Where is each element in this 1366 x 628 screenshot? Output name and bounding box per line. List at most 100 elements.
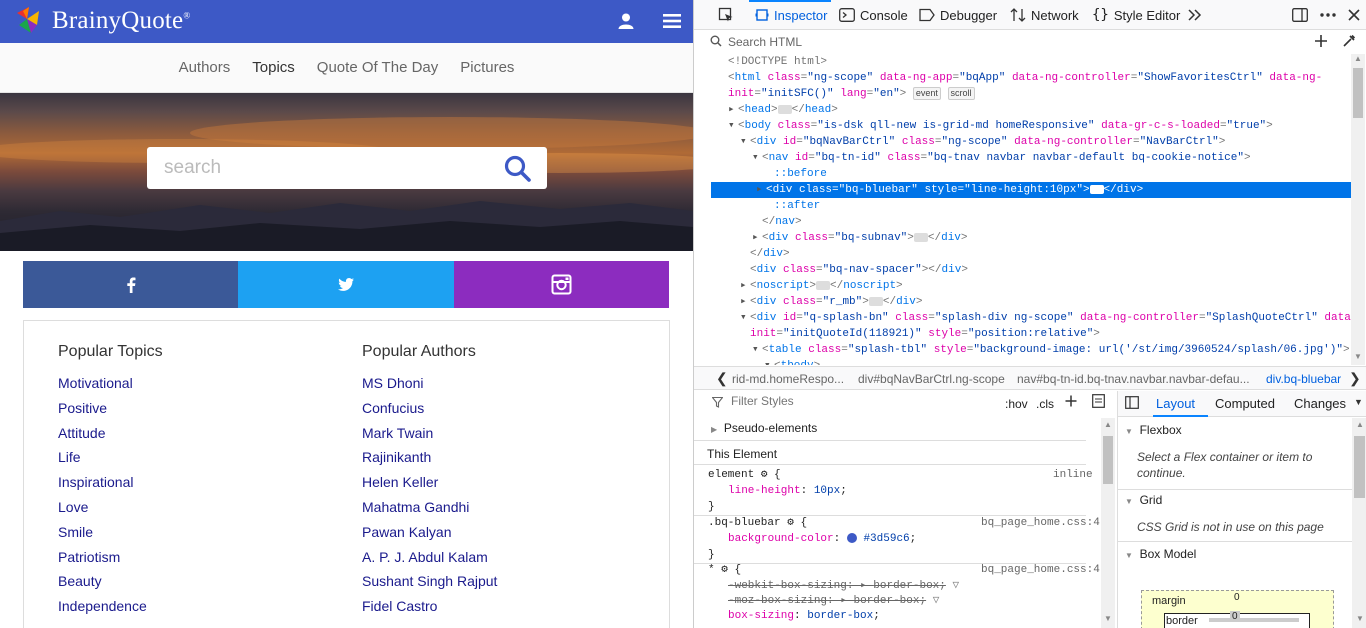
author-link[interactable]: A. P. J. Abdul Kalam	[362, 545, 497, 570]
tab-changes[interactable]: Changes	[1294, 396, 1346, 411]
user-icon[interactable]	[617, 12, 635, 35]
breadcrumb-right-arrow-icon[interactable]: ❯	[1349, 370, 1361, 387]
tab-network[interactable]: Network	[1010, 0, 1079, 30]
topic-link[interactable]: Attitude	[58, 421, 163, 446]
tree-line-rmb[interactable]: ▸ <div class="r_mb"> </div>	[740, 294, 923, 310]
box-model-section[interactable]: ▼ Box Model	[1125, 547, 1360, 561]
hov-toggle[interactable]: :hov	[1005, 397, 1028, 411]
topic-link[interactable]: Inspirational	[58, 470, 163, 495]
box-model-margin[interactable]: margin 0 border 0	[1141, 590, 1334, 628]
topic-link[interactable]: Positive	[58, 396, 163, 421]
sidebar-scrollbar[interactable]: ▲ ▼	[1352, 418, 1366, 628]
element-picker-icon[interactable]	[718, 0, 734, 30]
author-link[interactable]: Sushant Singh Rajput	[362, 569, 497, 594]
topic-link[interactable]: Patriotism	[58, 545, 163, 570]
author-link[interactable]: Rajinikanth	[362, 445, 497, 470]
markup-scrollbar[interactable]: ▲ ▼	[1351, 54, 1365, 365]
rule-background-color[interactable]: background-color: #3d59c6;	[728, 531, 916, 547]
tree-line-after[interactable]: ::after	[774, 198, 820, 214]
scroll-up-icon[interactable]: ▲	[1354, 54, 1362, 63]
scroll-down-icon[interactable]: ▼	[1354, 352, 1362, 361]
author-link[interactable]: Mahatma Gandhi	[362, 495, 497, 520]
tree-line-nav[interactable]: ▾ <nav id="bq-tn-id" class="bq-tnav navba…	[752, 150, 1251, 166]
toggle-sidebar-icon[interactable]	[1125, 396, 1139, 412]
sidebar-dropdown-icon[interactable]: ▼	[1354, 397, 1363, 407]
scroll-thumb[interactable]	[1353, 68, 1363, 118]
tree-line-navbarctrl[interactable]: ▾ <div id="bqNavBarCtrl" class="ng-scope"…	[740, 134, 1225, 150]
tree-line-nav-spacer[interactable]: <div class="bq-nav-spacer"></div>	[750, 262, 968, 278]
brainyquote-logo[interactable]: BrainyQuote®	[13, 3, 190, 39]
topic-link[interactable]: Smile	[58, 520, 163, 545]
tab-console[interactable]: Console	[839, 0, 908, 30]
tree-line-body[interactable]: ▾ <body class="is-dsk qll-new is-grid-md …	[728, 118, 1273, 134]
rules-scroll-thumb[interactable]	[1103, 436, 1113, 484]
topic-link[interactable]: Love	[58, 495, 163, 520]
author-link[interactable]: Pawan Kalyan	[362, 520, 497, 545]
author-link[interactable]: Confucius	[362, 396, 497, 421]
author-link[interactable]: Helen Keller	[362, 470, 497, 495]
print-simulation-icon[interactable]	[1092, 394, 1105, 411]
hamburger-menu-icon[interactable]	[663, 13, 681, 34]
rule-universal-selector[interactable]: * ⚙ {	[708, 562, 741, 578]
cls-toggle[interactable]: .cls	[1036, 397, 1054, 411]
flexbox-section[interactable]: ▼ Flexbox	[1125, 423, 1360, 437]
tree-line-html[interactable]: <html class="ng-scope" data-ng-app="bqAp…	[728, 70, 1322, 86]
tree-line-before[interactable]: ::before	[774, 166, 827, 182]
subnav-topics[interactable]: Topics	[252, 59, 295, 76]
breadcrumb-item[interactable]: nav#bq-tn-id.bq-tnav.navbar.navbar-defau…	[1017, 372, 1250, 386]
add-node-icon[interactable]	[1314, 34, 1328, 51]
filter-styles-input[interactable]	[731, 394, 981, 408]
author-link[interactable]: Fidel Castro	[362, 594, 497, 619]
rule-line-height[interactable]: line-height: 10px;	[728, 483, 847, 499]
rule-element-source[interactable]: inline	[1053, 467, 1093, 483]
search-input[interactable]	[147, 147, 497, 189]
filter-warning-icon[interactable]: ▽	[933, 595, 940, 607]
tree-line-bluebar-selected[interactable]: ▸ <div class="bq-bluebar" style="line-hei…	[711, 182, 1351, 198]
breadcrumb-left-arrow-icon[interactable]: ❮	[716, 370, 728, 387]
tab-inspector[interactable]: Inspector	[748, 0, 832, 30]
author-link[interactable]: MS Dhoni	[362, 371, 497, 396]
subnav-pictures[interactable]: Pictures	[460, 59, 514, 76]
tree-line-subnav[interactable]: ▸ <div class="bq-subnav"> </div>	[752, 230, 968, 246]
rules-scrollbar[interactable]: ▲ ▼	[1101, 418, 1115, 628]
tab-layout[interactable]: Layout	[1156, 396, 1195, 411]
subnav-quote-of-the-day[interactable]: Quote Of The Day	[317, 59, 438, 76]
rule-universal-source[interactable]: bq_page_home.css:4	[981, 562, 1100, 578]
tree-line-noscript[interactable]: ▸ <noscript> </noscript>	[740, 278, 903, 294]
rule-moz-box-sizing[interactable]: -moz-box-sizing: ▸ border-box; ▽	[728, 593, 939, 609]
box-model-border[interactable]: border 0	[1164, 611, 1310, 628]
eyedropper-icon[interactable]	[1342, 34, 1356, 51]
filter-warning-icon[interactable]: ▽	[953, 580, 960, 592]
tab-style-editor[interactable]: {} Style Editor	[1092, 0, 1180, 30]
rule-webkit-box-sizing[interactable]: -webkit-box-sizing: ▸ border-box; ▽	[728, 578, 959, 594]
breadcrumb-item-active[interactable]: div.bq-bluebar	[1266, 372, 1341, 386]
topic-link[interactable]: Independence	[58, 594, 163, 619]
search-icon[interactable]	[503, 154, 533, 184]
grid-section[interactable]: ▼ Grid	[1125, 493, 1360, 507]
close-icon[interactable]	[1348, 0, 1360, 30]
rule-element-selector[interactable]: element ⚙ {	[708, 467, 781, 483]
tab-computed[interactable]: Computed	[1215, 396, 1275, 411]
rule-bluebar-source[interactable]: bq_page_home.css:4	[981, 515, 1100, 531]
tree-line-splash[interactable]: ▾ <div id="q-splash-bn" class="splash-div…	[740, 310, 1351, 326]
topic-link[interactable]: Life	[58, 445, 163, 470]
rule-bluebar-selector[interactable]: .bq-bluebar ⚙ {	[708, 515, 807, 531]
facebook-button[interactable]	[23, 261, 239, 308]
tab-debugger[interactable]: Debugger	[919, 0, 997, 30]
dock-side-icon[interactable]	[1292, 0, 1308, 30]
sidebar-scroll-thumb[interactable]	[1354, 436, 1365, 498]
topic-link[interactable]: Beauty	[58, 569, 163, 594]
breadcrumb-item[interactable]: rid-md.homeRespo...	[732, 372, 844, 386]
search-html-input[interactable]	[728, 35, 1288, 49]
tree-line-table[interactable]: ▾ <table class="splash-tbl" style="backgr…	[740, 342, 1350, 358]
breadcrumb-item[interactable]: div#bqNavBarCtrl.ng-scope	[858, 372, 1005, 386]
rule-box-sizing[interactable]: box-sizing: border-box;	[728, 608, 880, 624]
twitter-button[interactable]	[238, 261, 454, 308]
more-tabs-icon[interactable]	[1188, 0, 1202, 30]
subnav-authors[interactable]: Authors	[179, 59, 231, 76]
tree-line-tbody[interactable]: ▾<tbody>	[764, 358, 820, 365]
pseudo-elements-toggle[interactable]: ▶ Pseudo-elements	[711, 420, 817, 436]
options-menu-icon[interactable]	[1320, 0, 1336, 30]
instagram-button[interactable]	[453, 261, 669, 308]
color-swatch[interactable]	[846, 533, 857, 544]
